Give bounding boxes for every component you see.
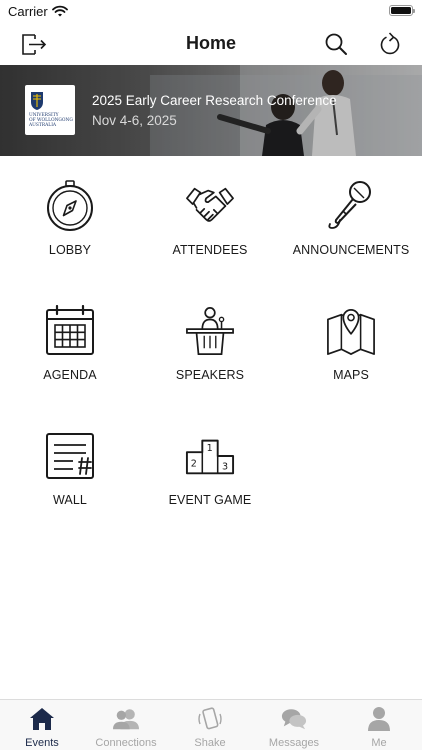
winners-podium-icon: 1 2 3 <box>185 430 235 482</box>
tile-label: EVENT GAME <box>168 493 252 507</box>
tile-label: ANNOUNCEMENTS <box>292 243 410 257</box>
event-date: Nov 4-6, 2025 <box>92 113 177 128</box>
svg-text:AUSTRALIA: AUSTRALIA <box>28 123 57 128</box>
tab-label: Connections <box>95 737 157 749</box>
battery-icon <box>389 5 415 16</box>
tile-label: MAPS <box>333 368 369 382</box>
tab-messages[interactable]: Messages <box>252 700 336 750</box>
tile-event-game[interactable]: 1 2 3 EVENT GAME <box>140 430 280 540</box>
wifi-icon <box>52 4 68 22</box>
tab-events[interactable]: Events <box>0 700 84 750</box>
search-button[interactable] <box>319 27 353 61</box>
map-icon <box>326 305 376 357</box>
refresh-button[interactable] <box>373 27 407 61</box>
podium-icon <box>185 305 235 357</box>
wall-post-icon <box>45 430 95 482</box>
tab-label: Me <box>371 737 387 749</box>
search-icon <box>325 33 347 55</box>
tile-wall[interactable]: WALL <box>0 430 140 540</box>
svg-text:2: 2 <box>191 459 197 470</box>
svg-text:1: 1 <box>207 443 213 454</box>
tile-label: WALL <box>53 493 87 507</box>
status-bar: Carrier <box>0 0 422 22</box>
tab-label: Events <box>25 737 59 749</box>
tab-shake[interactable]: Shake <box>168 700 252 750</box>
navigation-bar: Home <box>0 22 422 65</box>
tile-label: SPEAKERS <box>175 368 245 382</box>
tile-maps[interactable]: MAPS <box>281 305 421 415</box>
tab-connections[interactable]: Connections <box>84 700 168 750</box>
event-title: 2025 Early Career Research Conference <box>92 93 337 108</box>
tab-bar: Events Connections Shake Messages Me <box>0 699 422 750</box>
university-logo: UNIVERSITY OF WOLLONGONG AUSTRALIA <box>25 85 75 135</box>
tile-attendees[interactable]: ATTENDEES <box>140 180 280 290</box>
refresh-icon <box>380 32 400 55</box>
svg-text:3: 3 <box>222 461 228 472</box>
tab-label: Shake <box>194 737 226 749</box>
tile-speakers[interactable]: SPEAKERS <box>140 305 280 415</box>
house-icon <box>29 706 55 732</box>
tab-me[interactable]: Me <box>337 700 421 750</box>
tile-announcements[interactable]: ANNOUNCEMENTS <box>281 180 421 290</box>
calendar-icon <box>45 305 95 357</box>
microphone-icon <box>326 180 376 232</box>
carrier-label: Carrier <box>8 4 48 19</box>
tile-label: ATTENDEES <box>172 243 248 257</box>
person-icon <box>366 706 392 732</box>
page-title: Home <box>185 33 236 53</box>
chat-bubbles-icon <box>281 706 307 732</box>
handshake-icon <box>185 180 235 232</box>
tab-label: Messages <box>268 737 320 749</box>
shake-phone-icon <box>197 706 223 732</box>
tile-agenda[interactable]: AGENDA <box>0 305 140 415</box>
tile-lobby[interactable]: LOBBY <box>0 180 140 290</box>
tile-label: LOBBY <box>48 243 92 257</box>
compass-icon <box>45 180 95 232</box>
people-icon <box>113 706 139 732</box>
tile-label: AGENDA <box>43 368 97 382</box>
event-banner[interactable]: UNIVERSITY OF WOLLONGONG AUSTRALIA 2025 … <box>0 65 422 156</box>
